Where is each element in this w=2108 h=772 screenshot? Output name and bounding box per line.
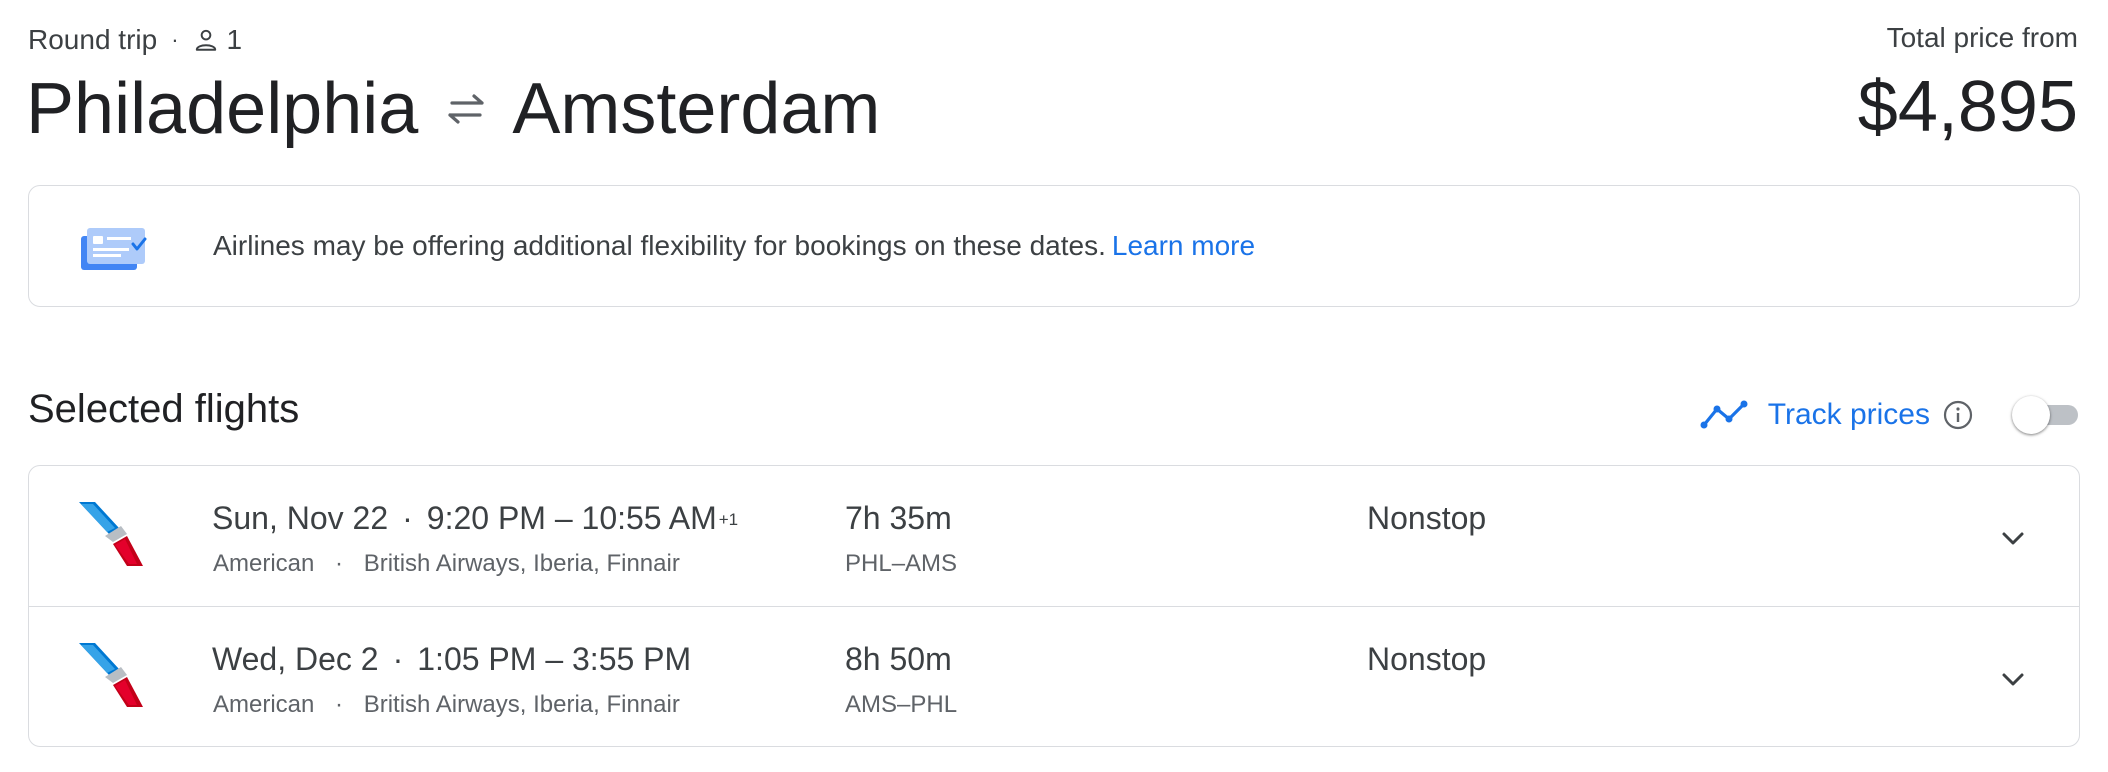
flight-times: Sun, Nov 22 · 9:20 PM – 10:55 AM +1 xyxy=(212,500,738,537)
flight-carriers: American · British Airways, Iberia, Finn… xyxy=(213,550,680,578)
track-prices-toggle[interactable] xyxy=(2012,395,2082,435)
flight-route-code: PHL–AMS xyxy=(845,550,958,577)
toggle-knob xyxy=(2012,396,2050,434)
flexible-booking-icon xyxy=(81,228,147,270)
flight-route-code: AMS–PHL xyxy=(845,691,958,718)
partner-airlines: British Airways, Iberia, Finnair xyxy=(363,550,680,577)
flight-time-range: 1:05 PM – 3:55 PM xyxy=(417,641,692,677)
person-icon xyxy=(195,29,216,51)
notice-message: Airlines may be offering additional flex… xyxy=(213,230,1106,261)
operating-airline: American xyxy=(213,550,315,577)
operating-airline: American xyxy=(213,691,315,718)
separator-dot: · xyxy=(335,691,344,718)
flight-date: Wed, Dec 2 xyxy=(212,641,379,677)
flight-row-outbound[interactable]: Sun, Nov 22 · 9:20 PM – 10:55 AM +1 Amer… xyxy=(29,466,2079,606)
flight-time-range: 9:20 PM – 10:55 AM xyxy=(426,500,717,536)
price-label: Total price from xyxy=(1886,22,2078,53)
flight-duration: 8h 50m xyxy=(845,641,952,677)
total-price: $4,895 xyxy=(1857,67,2078,147)
partner-airlines: British Airways, Iberia, Finnair xyxy=(363,691,680,718)
destination-city: Amsterdam xyxy=(512,69,881,149)
booking-summary-page: Round trip · 1 Philadelphia Amsterdam To… xyxy=(0,0,2108,772)
separator-dot: · xyxy=(171,27,179,52)
flight-stops: Nonstop xyxy=(1367,641,1487,677)
flight-row-return[interactable]: Wed, Dec 2 · 1:05 PM – 3:55 PM American … xyxy=(29,606,2079,746)
selected-flights-list: Sun, Nov 22 · 9:20 PM – 10:55 AM +1 Amer… xyxy=(28,465,2080,747)
origin-city: Philadelphia xyxy=(26,69,419,149)
chevron-down-icon[interactable] xyxy=(1999,528,2027,548)
separator-dot: · xyxy=(402,500,413,536)
flight-duration: 7h 35m xyxy=(845,500,952,536)
separator-dot: · xyxy=(335,550,344,577)
trip-type: Round trip xyxy=(28,24,158,55)
swap-arrows-icon xyxy=(448,94,484,124)
american-airlines-logo xyxy=(79,502,143,566)
day-offset: +1 xyxy=(718,510,739,529)
track-prices-label[interactable]: Track prices xyxy=(1768,398,1930,432)
flight-carriers: American · British Airways, Iberia, Finn… xyxy=(213,691,680,719)
flight-times: Wed, Dec 2 · 1:05 PM – 3:55 PM xyxy=(212,641,691,678)
price-trend-icon xyxy=(1700,400,1748,429)
separator-dot: · xyxy=(392,641,404,677)
section-title: Selected flights xyxy=(28,387,300,431)
learn-more-link[interactable]: Learn more xyxy=(1112,230,1255,261)
track-prices: Track prices xyxy=(1700,392,2082,438)
flexibility-notice: Airlines may be offering additional flex… xyxy=(28,185,2080,307)
info-icon[interactable] xyxy=(1942,399,1974,431)
notice-text: Airlines may be offering additional flex… xyxy=(213,230,1255,262)
american-airlines-logo xyxy=(79,643,143,707)
passenger-count: 1 xyxy=(226,24,243,55)
flight-date: Sun, Nov 22 xyxy=(212,500,389,536)
trip-meta: Round trip · 1 xyxy=(28,22,242,58)
route-title: Philadelphia Amsterdam xyxy=(26,64,880,154)
chevron-down-icon[interactable] xyxy=(1999,669,2027,689)
flight-stops: Nonstop xyxy=(1367,500,1487,536)
